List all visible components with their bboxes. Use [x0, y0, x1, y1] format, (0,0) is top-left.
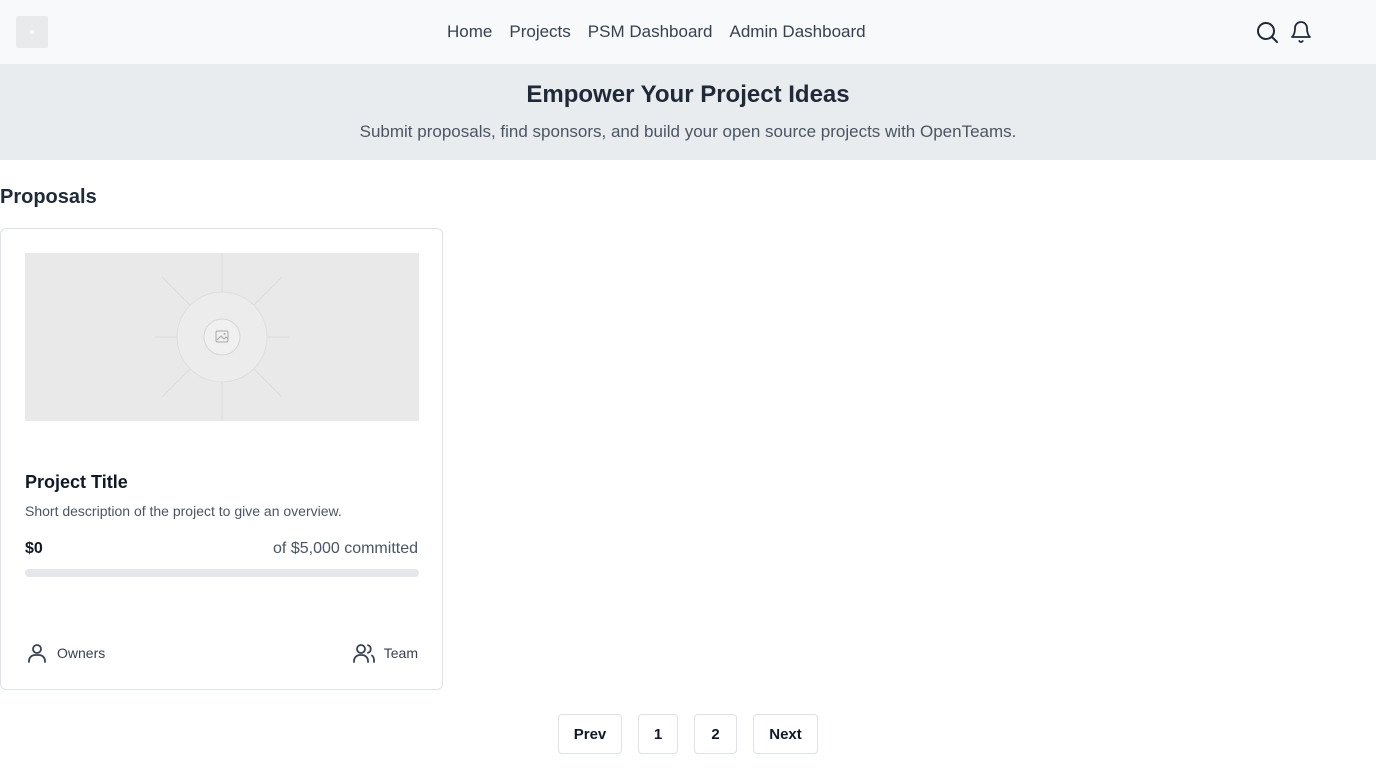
- hero-subtitle: Submit proposals, find sponsors, and bui…: [359, 122, 1017, 141]
- nav-link-admin-dashboard[interactable]: Admin Dashboard: [730, 22, 866, 42]
- logo[interactable]: [16, 16, 48, 48]
- nav-link-psm-dashboard[interactable]: PSM Dashboard: [588, 22, 713, 42]
- nav-link-home[interactable]: Home: [447, 22, 492, 42]
- committed-amount: $0: [25, 540, 43, 557]
- nav-icons: [1255, 20, 1313, 44]
- image-placeholder: [25, 253, 419, 421]
- next-button[interactable]: Next: [753, 714, 818, 754]
- search-icon[interactable]: [1255, 20, 1279, 44]
- nav-links: Home Projects PSM Dashboard Admin Dashbo…: [447, 0, 866, 64]
- user-icon: [28, 644, 46, 663]
- funding-progress-bar: [25, 569, 419, 577]
- hero-banner: Empower Your Project Ideas Submit propos…: [0, 64, 1376, 160]
- project-description: Short description of the project to give…: [25, 503, 342, 519]
- team-label: Team: [383, 645, 418, 661]
- proposals-heading: Proposals: [0, 186, 97, 208]
- owners[interactable]: Owners: [25, 641, 105, 665]
- nav-link-projects[interactable]: Projects: [509, 22, 570, 42]
- proposal-card[interactable]: Project Title Short description of the p…: [0, 228, 443, 690]
- bell-icon[interactable]: [1289, 20, 1313, 44]
- image-placeholder-icon: [155, 253, 289, 421]
- funding-goal: of $5,000 committed: [273, 540, 418, 557]
- page-button-1[interactable]: 1: [638, 714, 678, 754]
- page-button-2[interactable]: 2: [694, 714, 737, 754]
- hero-title: Empower Your Project Ideas: [526, 81, 850, 108]
- owners-label: Owners: [57, 645, 106, 661]
- team[interactable]: Team: [352, 641, 418, 665]
- navbar: Home Projects PSM Dashboard Admin Dashbo…: [0, 0, 1376, 64]
- prev-button[interactable]: Prev: [558, 714, 622, 754]
- pagination: Prev 1 2 Next: [0, 714, 1376, 754]
- users-icon: [352, 644, 375, 663]
- project-title[interactable]: Project Title: [25, 472, 128, 493]
